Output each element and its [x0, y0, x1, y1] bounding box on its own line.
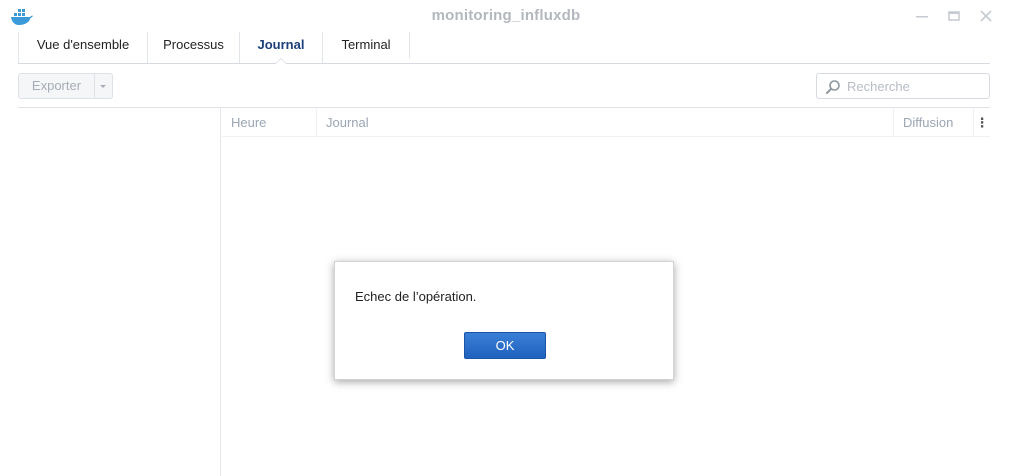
- container-list-panel: [0, 108, 221, 476]
- column-header-time[interactable]: Heure: [222, 108, 316, 137]
- error-dialog: Echec de l’opération. OK: [334, 261, 674, 380]
- tab-processes[interactable]: Processus: [147, 32, 239, 63]
- active-tab-indicator: [275, 58, 287, 64]
- search-box: [816, 73, 990, 99]
- close-icon[interactable]: [978, 8, 994, 24]
- tab-divider: [409, 32, 410, 58]
- tab-overview[interactable]: Vue d'ensemble: [18, 32, 147, 63]
- window-title: monitoring_influxdb: [431, 7, 581, 24]
- tab-bar: Vue d'ensemble Processus Journal Termina…: [18, 32, 990, 64]
- search-icon: [825, 79, 841, 95]
- grid-header: Heure Journal Diffusion ⋮: [222, 108, 990, 137]
- column-menu-icon[interactable]: ⋮: [973, 108, 990, 137]
- dialog-message: Echec de l’opération.: [355, 289, 477, 304]
- column-header-stream[interactable]: Diffusion: [893, 108, 973, 137]
- ok-button[interactable]: OK: [464, 332, 546, 359]
- chevron-down-icon[interactable]: [100, 85, 106, 88]
- container-window: monitoring_influxdb Vue d'ensemble Proce…: [0, 0, 1012, 476]
- column-header-log[interactable]: Journal: [316, 108, 893, 137]
- export-button-label: Exporter: [31, 78, 82, 93]
- title-bar: monitoring_influxdb: [0, 0, 1012, 32]
- tab-journal-label: Journal: [257, 37, 305, 52]
- tab-journal[interactable]: Journal: [239, 32, 322, 64]
- search-input[interactable]: [847, 76, 985, 96]
- minimize-icon[interactable]: [914, 8, 930, 24]
- maximize-icon[interactable]: [946, 8, 962, 24]
- export-split-divider: [94, 74, 95, 98]
- tab-terminal[interactable]: Terminal: [322, 32, 409, 63]
- export-button[interactable]: Exporter: [18, 73, 113, 99]
